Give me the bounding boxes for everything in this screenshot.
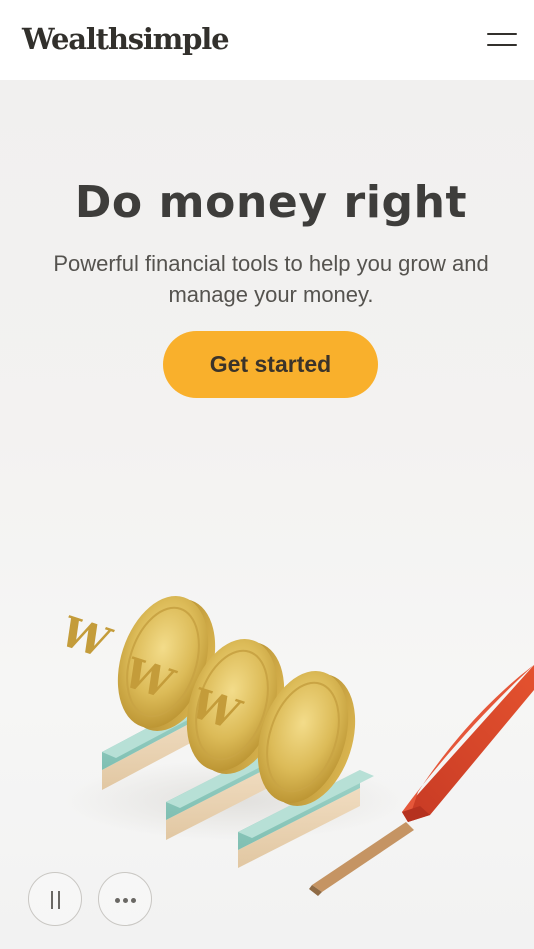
hero-section: W W W Do money right Powerful financial … [0,80,534,949]
pause-button[interactable] [28,872,82,926]
hamburger-menu-icon[interactable] [478,24,524,56]
page: Wealthsimple W W W Do money right Powerf… [0,0,534,949]
more-options-dot [123,898,128,903]
wealthsimple-logo[interactable]: Wealthsimple [22,19,230,59]
hero-headline: Do money right [74,177,468,229]
menu-bar-bottom [487,44,517,46]
get-started-button[interactable]: Get started [163,331,378,398]
site-header: Wealthsimple [0,0,534,80]
hero-subheadline: Powerful financial tools to help you gro… [53,251,489,307]
more-options-dot [131,898,136,903]
more-options-button[interactable] [98,872,152,926]
more-options-icon [115,898,120,903]
svg-text:W: W [51,607,119,667]
pause-icon-bar [58,891,60,909]
pause-icon [51,891,53,909]
menu-bar-top [487,33,517,35]
